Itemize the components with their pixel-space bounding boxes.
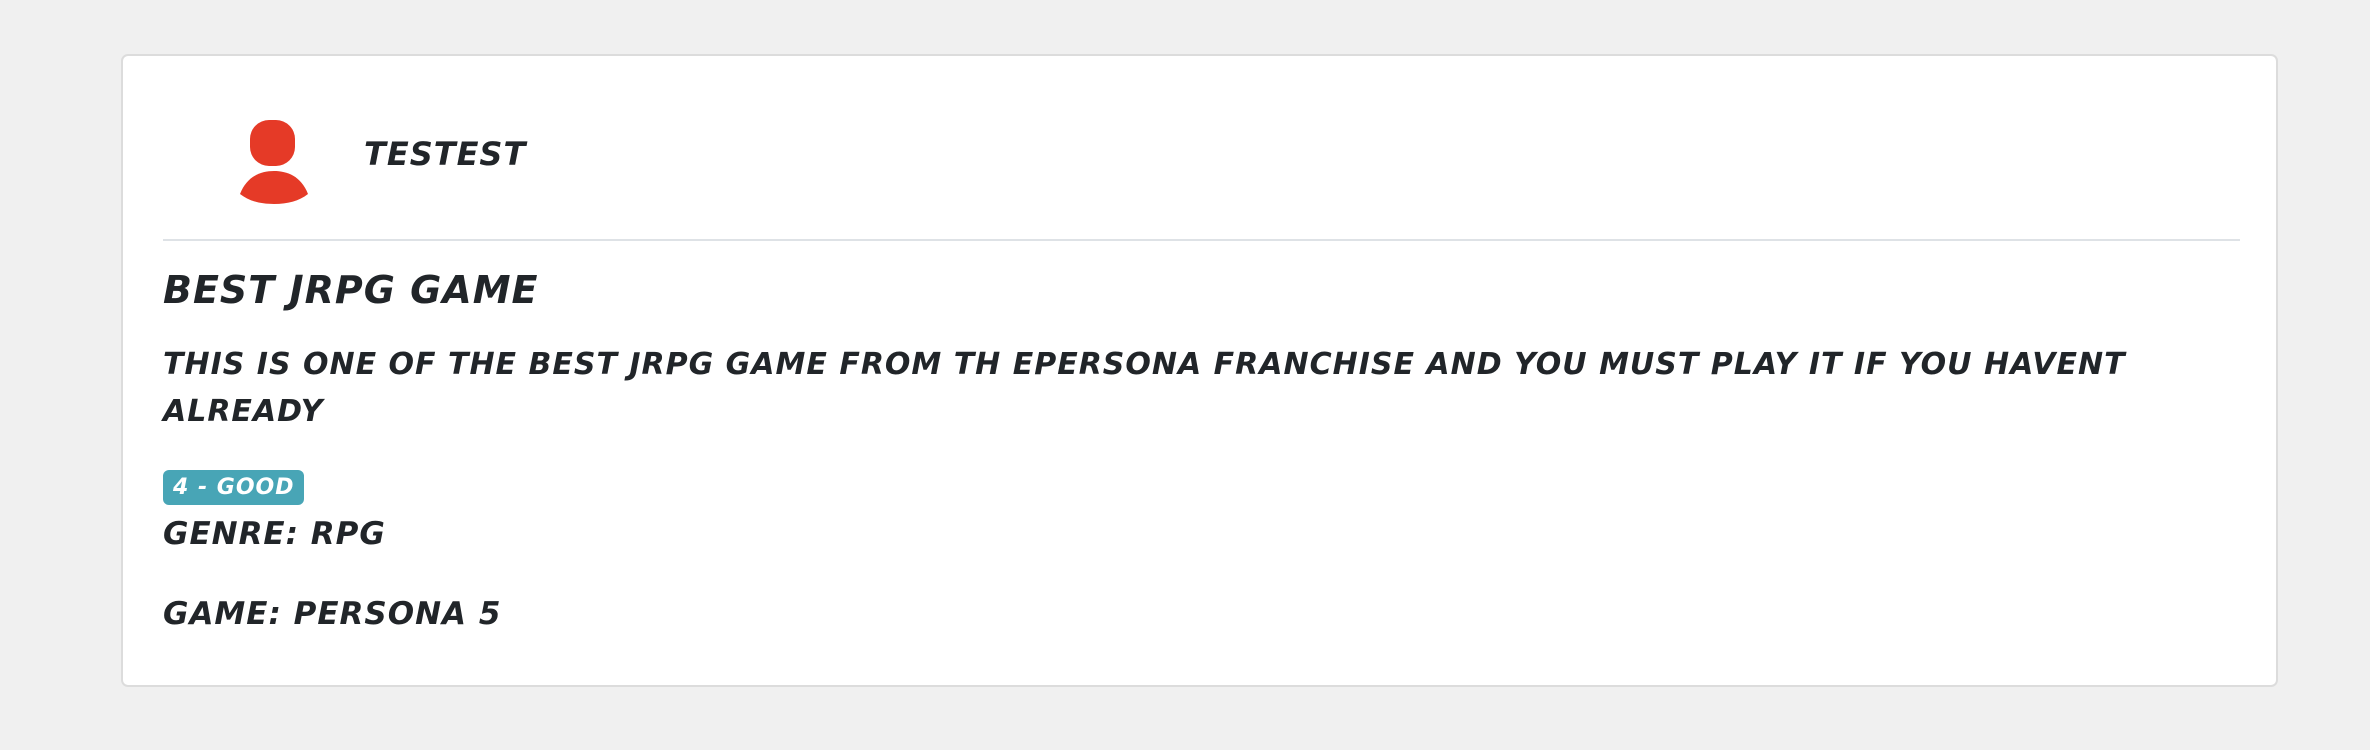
- user-avatar-icon: [239, 120, 309, 204]
- review-title: BEST JRPG GAME: [163, 268, 539, 312]
- review-username: TESTEST: [364, 135, 527, 173]
- review-game: GAME: PERSONA 5: [163, 596, 502, 632]
- review-card-header: TESTEST: [163, 56, 2240, 241]
- review-card: TESTEST BEST JRPG GAME THIS IS ONE OF TH…: [121, 54, 2278, 687]
- review-genre: GENRE: RPG: [163, 516, 386, 552]
- rating-badge: 4 - GOOD: [163, 470, 305, 505]
- review-text: THIS IS ONE OF THE BEST JRPG GAME FROM T…: [163, 347, 2126, 429]
- review-card-body: BEST JRPG GAME THIS IS ONE OF THE BEST J…: [163, 266, 2240, 634]
